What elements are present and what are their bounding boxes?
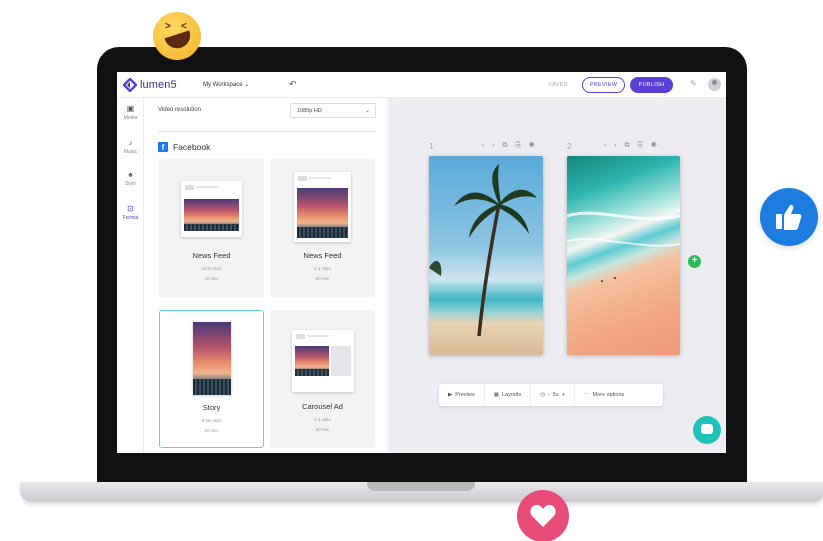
facebook-icon: f bbox=[158, 142, 168, 152]
logo-text: lumen5 bbox=[140, 79, 177, 91]
format-duration: 20 sec bbox=[204, 429, 219, 434]
slide-number: 1 bbox=[429, 142, 434, 151]
format-duration: 60 sec bbox=[315, 277, 330, 282]
rail-item-music[interactable]: ♪ Music bbox=[117, 138, 144, 155]
top-bar: lumen5 My Workspace ⌄ ↶ SAVED PREVIEW PU… bbox=[117, 72, 726, 98]
format-title: News Feed bbox=[303, 251, 342, 260]
rail-item-format[interactable]: ⊡ Format bbox=[117, 204, 144, 221]
minus-icon[interactable]: - bbox=[548, 392, 550, 398]
divider bbox=[158, 131, 376, 132]
heart-icon bbox=[517, 490, 569, 541]
lumen5-logo-icon bbox=[123, 78, 137, 92]
saved-status: SAVED bbox=[548, 82, 568, 88]
undo-icon[interactable]: ↶ bbox=[289, 79, 297, 90]
format-card-news-feed-landscape[interactable]: News Feed 16:9 ratio 40 sec bbox=[159, 159, 264, 297]
format-card-story[interactable]: Story 9:16 ratio 20 sec bbox=[159, 310, 264, 448]
user-avatar-icon[interactable] bbox=[708, 78, 721, 91]
left-rail: ▣ Media ♪ Music ♠ Style ⊡ Format bbox=[117, 98, 144, 453]
publish-button[interactable]: PUBLISH bbox=[630, 77, 673, 93]
format-thumbnail bbox=[294, 172, 351, 242]
slide-2-aerial-beach[interactable] bbox=[567, 156, 680, 355]
timer-icon: ◷ bbox=[540, 392, 546, 398]
format-thumbnail bbox=[181, 181, 242, 237]
format-ratio: 16:9 ratio bbox=[201, 267, 222, 272]
preview-button[interactable]: PREVIEW bbox=[582, 77, 625, 93]
promo-illustration: lumen5 My Workspace ⌄ ↶ SAVED PREVIEW PU… bbox=[0, 0, 823, 541]
toolbar-more-label: More options bbox=[592, 392, 625, 398]
format-panel: Video resolution 1080p HD ⌄ f Facebook N… bbox=[146, 98, 388, 453]
format-ratio: 1:1 ratio bbox=[313, 267, 332, 272]
toolbar-more-options-button[interactable]: ⋯ More options bbox=[575, 384, 633, 406]
format-thumbnail bbox=[193, 322, 231, 395]
style-icon: ♠ bbox=[128, 170, 133, 179]
chat-support-icon[interactable] bbox=[693, 416, 721, 444]
format-ratio: 9:16 ratio bbox=[201, 419, 222, 424]
thumbs-up-icon bbox=[760, 188, 818, 246]
resolution-value: 1080p HD bbox=[297, 108, 322, 114]
slide-1-palm-tree[interactable] bbox=[429, 156, 543, 355]
slide-toolbar[interactable]: ‹ › ⧉ ⎘ ◉ bbox=[604, 142, 660, 150]
layouts-icon: ▦ bbox=[493, 392, 499, 398]
play-icon: ▶ bbox=[448, 392, 453, 398]
story-canvas: 1 ‹ › ⧉ ⎘ ◉ 2 ‹ › ⧉ ⎘ ◉ + ▶ Preview ▦ La… bbox=[389, 98, 726, 453]
more-options-icon: ⋯ bbox=[583, 392, 590, 398]
format-title: Carousel Ad bbox=[302, 402, 343, 411]
toolbar-layouts-label: Layouts bbox=[502, 392, 522, 398]
rail-label-format: Format bbox=[122, 215, 139, 221]
toolbar-duration-stepper[interactable]: ◷ - 5s + bbox=[531, 384, 575, 406]
format-duration: 30 sec bbox=[315, 428, 330, 433]
laughing-emoji-icon: > < bbox=[153, 12, 201, 60]
format-duration: 40 sec bbox=[204, 277, 219, 282]
toolbar-layouts-button[interactable]: ▦ Layouts bbox=[485, 384, 532, 406]
rail-label-media: Media bbox=[123, 115, 138, 121]
format-thumbnail bbox=[292, 330, 354, 392]
rail-item-media[interactable]: ▣ Media bbox=[117, 104, 144, 121]
resolution-label: Video resolution bbox=[158, 107, 201, 113]
slide-number: 2 bbox=[567, 142, 572, 151]
format-icon: ⊡ bbox=[127, 204, 134, 213]
lumen5-logo[interactable]: lumen5 bbox=[123, 78, 177, 92]
toolbar-preview-button[interactable]: ▶ Preview bbox=[439, 384, 485, 406]
format-title: Story bbox=[202, 403, 221, 412]
resolution-select[interactable]: 1080p HD ⌄ bbox=[290, 103, 376, 118]
bottom-toolbar: ▶ Preview ▦ Layouts ◷ - 5s + ⋯ More opti… bbox=[439, 384, 663, 406]
facebook-section-header: f Facebook bbox=[158, 142, 210, 152]
music-icon: ♪ bbox=[128, 138, 133, 147]
add-slide-icon[interactable]: + bbox=[688, 255, 701, 268]
media-icon: ▣ bbox=[126, 104, 135, 113]
toolbar-preview-label: Preview bbox=[455, 392, 475, 398]
rail-label-music: Music bbox=[123, 149, 138, 155]
rocket-icon[interactable]: ✎ bbox=[690, 79, 697, 88]
app-screen: lumen5 My Workspace ⌄ ↶ SAVED PREVIEW PU… bbox=[117, 72, 726, 453]
workspace-dropdown[interactable]: My Workspace ⌄ bbox=[203, 81, 249, 88]
plus-icon[interactable]: + bbox=[562, 392, 565, 398]
format-card-news-feed-square[interactable]: News Feed 1:1 ratio 60 sec bbox=[270, 159, 375, 297]
rail-item-style[interactable]: ♠ Style bbox=[117, 170, 144, 187]
format-card-carousel-ad[interactable]: Carousel Ad 1:1 ratio 30 sec bbox=[270, 310, 375, 448]
section-title: Facebook bbox=[173, 142, 211, 152]
format-title: News Feed bbox=[192, 251, 231, 260]
chevron-down-icon: ⌄ bbox=[364, 108, 370, 114]
laptop-notch bbox=[367, 482, 475, 491]
rail-label-style: Style bbox=[124, 181, 137, 187]
duration-value: 5s bbox=[552, 392, 559, 398]
slide-toolbar[interactable]: ‹ › ⧉ ⎘ ◉ bbox=[482, 142, 538, 150]
format-ratio: 1:1 ratio bbox=[313, 418, 332, 423]
